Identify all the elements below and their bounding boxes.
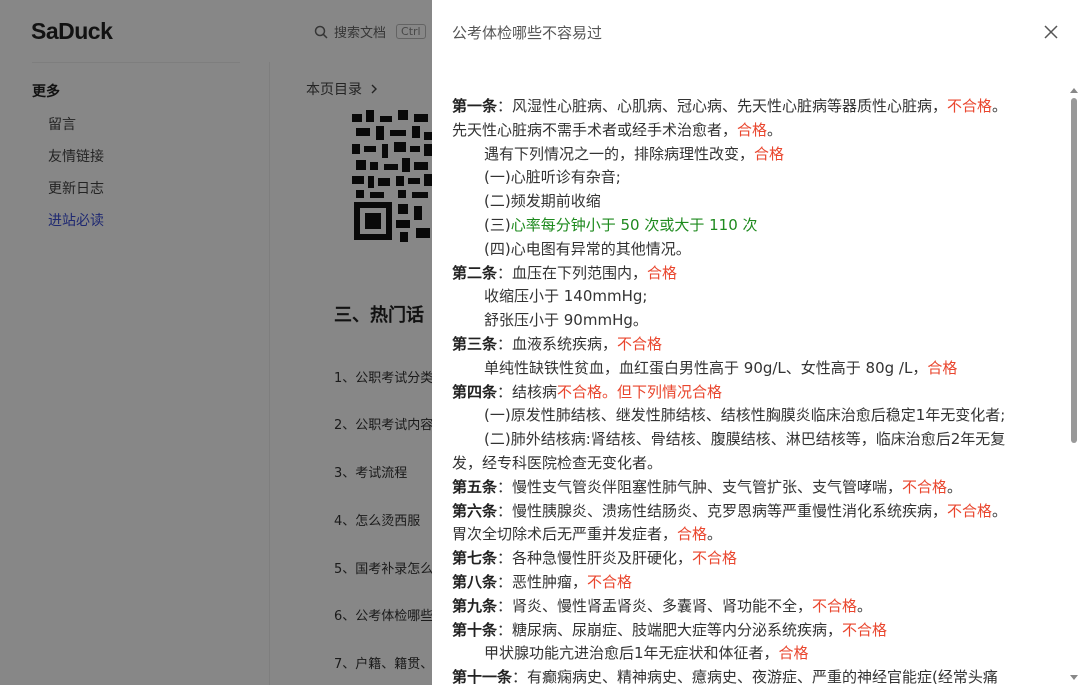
article-text: 收缩压小于 140mmHg; bbox=[484, 287, 648, 306]
article-text: ：各种急慢性肝炎及肝硬化， bbox=[497, 549, 693, 568]
article-text: 。 bbox=[992, 501, 1008, 520]
article-clause-number: 第四条 bbox=[452, 382, 498, 401]
article-text: 发，经专科医院检查无变化者。 bbox=[452, 453, 663, 472]
article-text: 。 bbox=[707, 525, 723, 544]
article-text: (一)原发性肺结核、继发性肺结核、结核性胸膜炎临床治愈后稳定1年无变化者; bbox=[484, 406, 1006, 425]
article-text: ：慢性胰腺炎、溃疡性结肠炎、克罗恩病等严重慢性消化系统疾病， bbox=[497, 501, 948, 520]
article-verdict: 合格 bbox=[737, 120, 768, 139]
article-verdict: 合格 bbox=[754, 144, 785, 163]
article-text: 胃次全切除术后无严重并发症者， bbox=[452, 525, 678, 544]
article-text: ：风湿性心脏病、心肌病、冠心病、先天性心脏病等器质性心脏病， bbox=[497, 97, 948, 115]
article-text: 遇有下列情况之一的，排除病理性改变， bbox=[484, 144, 755, 163]
article-text: ：结核病 bbox=[497, 382, 558, 401]
article-text: ：肾炎、慢性肾盂肾炎、多囊肾、肾功能不全， bbox=[497, 596, 813, 615]
article-line: 第十一条：有癫痫病史、精神病史、癔病史、夜游症、严重的神经官能症(经常头痛 bbox=[452, 666, 1050, 685]
article-line: 第五条：慢性支气管炎伴阻塞性肺气肿、支气管扩张、支气管哮喘，不合格。 bbox=[452, 476, 1050, 500]
drawer-content: 第一条：风湿性心脏病、心肌病、冠心病、先天性心脏病等器质性心脏病，不合格。 先天性… bbox=[452, 95, 1050, 685]
article-verdict: 合格 bbox=[778, 644, 809, 663]
article-line: 第一条：风湿性心脏病、心肌病、冠心病、先天性心脏病等器质性心脏病，不合格。 bbox=[452, 95, 1050, 119]
article-line: 第八条：恶性肿瘤，不合格 bbox=[452, 571, 1050, 595]
article-line: 甲状腺功能亢进治愈后1年无症状和体征者，合格 bbox=[452, 642, 1050, 666]
article-line: 第九条：肾炎、慢性肾盂肾炎、多囊肾、肾功能不全，不合格。 bbox=[452, 595, 1050, 619]
article-text: ：血液系统疾病， bbox=[497, 334, 618, 353]
article-text: 先天性心脏病不需手术者或经手术治愈者， bbox=[452, 120, 738, 139]
article-line: 第三条：血液系统疾病，不合格 bbox=[452, 333, 1050, 357]
article-clause-number: 第六条 bbox=[452, 501, 498, 520]
drawer-title: 公考体检哪些不容易过 bbox=[452, 24, 603, 42]
article-text: ：糖尿病、尿崩症、肢端肥大症等内分泌系统疾病， bbox=[497, 620, 843, 639]
article-line: (二)肺外结核病:肾结核、骨结核、腹膜结核、淋巴结核等，临床治愈后2年无复 bbox=[452, 428, 1050, 452]
scroll-thumb[interactable] bbox=[1071, 98, 1077, 443]
article-clause-number: 第五条 bbox=[452, 477, 498, 496]
article-clause-number: 第三条 bbox=[452, 334, 498, 353]
article-verdict: 不合格 bbox=[947, 501, 993, 520]
article-clause-number: 第十一条 bbox=[452, 668, 513, 685]
article-text: 舒张压小于 90mmHg。 bbox=[484, 311, 648, 330]
article-text: 。 bbox=[767, 120, 783, 139]
article-line: 第十条：糖尿病、尿崩症、肢端肥大症等内分泌系统疾病，不合格 bbox=[452, 619, 1050, 643]
article-line: 第二条：血压在下列范围内，合格 bbox=[452, 262, 1050, 286]
article-verdict: 合格 bbox=[647, 263, 678, 282]
article-text: 单纯性缺铁性贫血，血红蛋白男性高于 90g/L、女性高于 80g /L， bbox=[484, 358, 928, 377]
article-clause-number: 第九条 bbox=[452, 596, 498, 615]
article-text: (三) bbox=[484, 215, 511, 234]
article-line: 遇有下列情况之一的，排除病理性改变，合格 bbox=[452, 143, 1050, 167]
article-verdict: 不合格 bbox=[812, 596, 858, 615]
article-text: 。 bbox=[947, 477, 963, 496]
article-line: (一)原发性肺结核、继发性肺结核、结核性胸膜炎临床治愈后稳定1年无变化者; bbox=[452, 404, 1050, 428]
article-verdict: 不合格 bbox=[692, 549, 738, 568]
article-text: (一)心脏听诊有杂音; bbox=[484, 168, 621, 187]
article-clause-number: 第十条 bbox=[452, 620, 498, 639]
article-line: (三)心率每分钟小于 50 次或大于 110 次 bbox=[452, 214, 1050, 238]
article-text: (二)肺外结核病:肾结核、骨结核、腹膜结核、淋巴结核等，临床治愈后2年无复 bbox=[484, 430, 1006, 449]
article-verdict: 合格 bbox=[677, 525, 708, 544]
article-verdict: 不合格 bbox=[842, 620, 888, 639]
article-verdict: 不合格 bbox=[902, 477, 948, 496]
article-line: 发，经专科医院检查无变化者。 bbox=[452, 452, 1050, 476]
article-line: (二)频发期前收缩 bbox=[452, 190, 1050, 214]
article-highlight: 心率每分钟小于 50 次或大于 110 次 bbox=[510, 215, 758, 234]
article-line: 舒张压小于 90mmHg。 bbox=[452, 309, 1050, 333]
article-clause-number: 第二条 bbox=[452, 263, 498, 282]
article-verdict: 不合格 bbox=[947, 97, 993, 115]
article-verdict: 不合格 bbox=[587, 572, 633, 591]
article-text: ：恶性肿瘤， bbox=[497, 572, 588, 591]
article-line: 胃次全切除术后无严重并发症者，合格。 bbox=[452, 523, 1050, 547]
scroll-down-icon[interactable] bbox=[1070, 675, 1078, 680]
article-line: 第六条：慢性胰腺炎、溃疡性结肠炎、克罗恩病等严重慢性消化系统疾病，不合格。 bbox=[452, 500, 1050, 524]
article-drawer: 公考体检哪些不容易过 第一条：风湿性心脏病、心肌病、冠心病、先天性心脏病等器质性… bbox=[432, 0, 1080, 685]
scroll-up-icon[interactable] bbox=[1070, 88, 1078, 93]
article-line: 收缩压小于 140mmHg; bbox=[452, 285, 1050, 309]
article-line: 第四条：结核病不合格。但下列情况合格 bbox=[452, 381, 1050, 405]
article-line: (四)心电图有异常的其他情况。 bbox=[452, 238, 1050, 262]
article-line: 单纯性缺铁性贫血，血红蛋白男性高于 90g/L、女性高于 80g /L，合格 bbox=[452, 357, 1050, 381]
article-text: 。 bbox=[857, 596, 873, 615]
article-text: (二)频发期前收缩 bbox=[484, 192, 601, 211]
article-text: 。 bbox=[992, 97, 1008, 115]
article-clause-number: 第八条 bbox=[452, 572, 498, 591]
article-text: 甲状腺功能亢进治愈后1年无症状和体征者， bbox=[484, 644, 779, 663]
article-line: (一)心脏听诊有杂音; bbox=[452, 166, 1050, 190]
article-clause-number: 第一条 bbox=[452, 97, 498, 115]
article-verdict: 不合格。但下列情况合格 bbox=[557, 382, 723, 401]
article-text: (四)心电图有异常的其他情况。 bbox=[484, 239, 691, 258]
article-line: 先天性心脏病不需手术者或经手术治愈者，合格。 bbox=[452, 119, 1050, 143]
scrollbar[interactable] bbox=[1068, 88, 1080, 685]
article-verdict: 不合格 bbox=[617, 334, 663, 353]
article-text: ：有癫痫病史、精神病史、癔病史、夜游症、严重的神经官能症(经常头痛 bbox=[512, 668, 998, 685]
article-line: 第七条：各种急慢性肝炎及肝硬化，不合格 bbox=[452, 547, 1050, 571]
article-verdict: 合格 bbox=[927, 358, 958, 377]
article-text: ：血压在下列范围内， bbox=[497, 263, 648, 282]
article-text: ：慢性支气管炎伴阻塞性肺气肿、支气管扩张、支气管哮喘， bbox=[497, 477, 903, 496]
article-clause-number: 第七条 bbox=[452, 549, 498, 568]
close-icon[interactable] bbox=[1041, 22, 1061, 42]
